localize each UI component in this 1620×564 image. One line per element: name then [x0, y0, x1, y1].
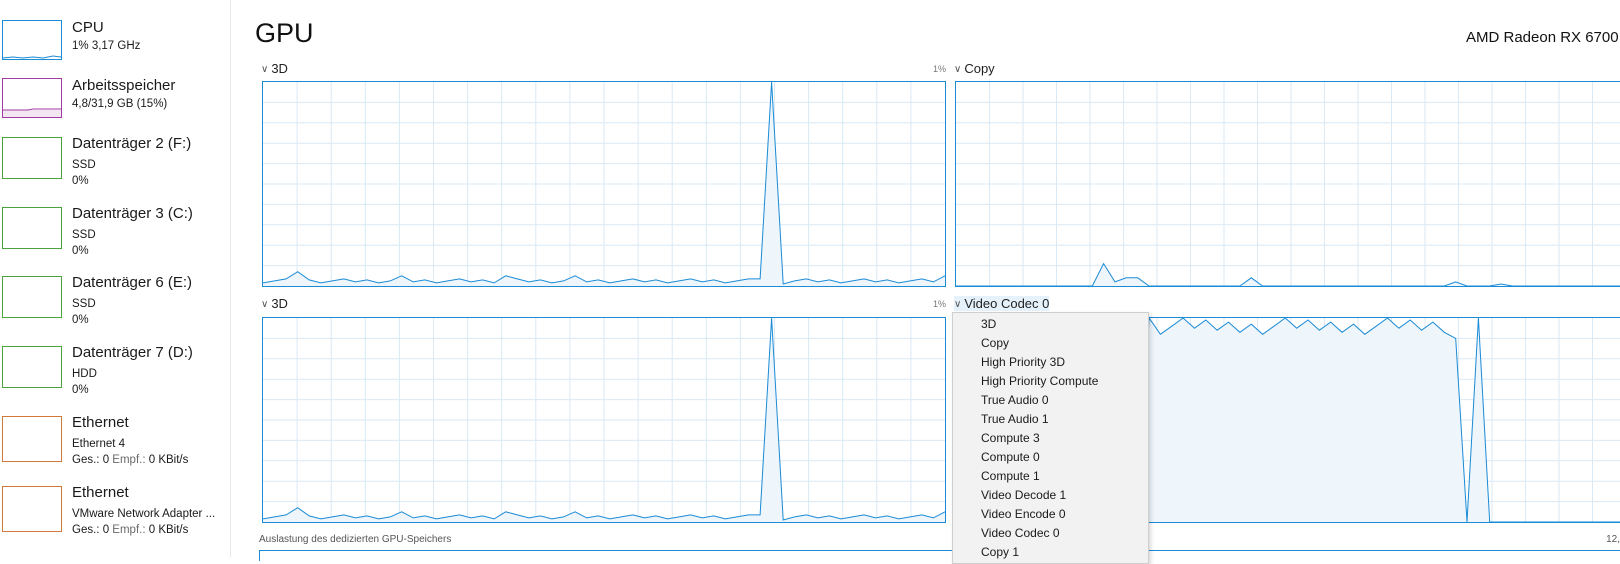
- sidebar-item-title: Datenträger 7 (D:): [72, 344, 193, 361]
- menu-item-true-audio-1[interactable]: True Audio 1: [981, 412, 1049, 426]
- engine-percent: 1%: [933, 299, 947, 309]
- send-value: 0: [102, 454, 110, 466]
- sidebar-item-type: SSD: [72, 298, 96, 310]
- chevron-down-icon: ∨: [261, 299, 269, 310]
- menu-item-high-priority-compute[interactable]: High Priority Compute: [981, 374, 1098, 388]
- menu-item-video-decode-1[interactable]: Video Decode 1: [981, 488, 1066, 502]
- memory-thumbnail-graph: [2, 78, 62, 118]
- sidebar-item-title: Ethernet: [72, 414, 129, 431]
- ethernet-thumbnail-graph: [2, 486, 62, 532]
- engine-label: Video Codec 0: [964, 296, 1050, 311]
- menu-item-video-codec-0[interactable]: Video Codec 0: [981, 526, 1060, 540]
- sidebar-item-title: Datenträger 2 (F:): [72, 135, 192, 152]
- menu-item-compute-3[interactable]: Compute 3: [981, 431, 1040, 445]
- sidebar-item-throughput: Ges.: 0 Empf.: 0 KBit/s: [72, 524, 188, 536]
- sidebar-item-detail: 4,8/31,9 GB (15%): [72, 98, 168, 110]
- send-value: 0: [102, 524, 110, 536]
- sidebar-item-disk-d[interactable]: Datenträger 7 (D:) HDD 0%: [0, 344, 230, 410]
- menu-item-copy[interactable]: Copy: [981, 336, 1009, 350]
- menu-item-high-priority-3d[interactable]: High Priority 3D: [981, 355, 1065, 369]
- dedicated-memory-graph: [259, 550, 1620, 561]
- sidebar-item-usage: 0%: [72, 175, 89, 187]
- engine-graph-1: [262, 81, 946, 287]
- menu-item-true-audio-0[interactable]: True Audio 0: [981, 393, 1049, 407]
- sidebar-item-disk-c[interactable]: Datenträger 3 (C:) SSD 0%: [0, 205, 230, 271]
- sidebar-item-type: HDD: [72, 368, 97, 380]
- menu-item-3d[interactable]: 3D: [981, 317, 996, 331]
- usage-graph-svg: [263, 318, 945, 522]
- sidebar-item-usage: 0%: [72, 384, 89, 396]
- engine-selector-2[interactable]: ∨ Copy: [954, 61, 995, 76]
- sidebar-item-ethernet-4[interactable]: Ethernet Ethernet 4 Ges.: 0 Empf.: 0 KBi…: [0, 414, 230, 480]
- sidebar-item-type: SSD: [72, 229, 96, 241]
- menu-item-compute-0[interactable]: Compute 0: [981, 450, 1040, 464]
- chevron-down-icon: ∨: [954, 299, 962, 310]
- sidebar-item-title: CPU: [72, 19, 104, 36]
- engine-graph-2: [955, 81, 1620, 287]
- disk-thumbnail-graph: [2, 276, 62, 318]
- engine-graph-3: [262, 317, 946, 523]
- send-label: Ges.:: [72, 524, 100, 536]
- engine-selector-4[interactable]: ∨ Video Codec 0: [954, 296, 1050, 311]
- sidebar-item-title: Datenträger 6 (E:): [72, 274, 193, 291]
- engine-label: Copy: [964, 61, 995, 76]
- sidebar-item-detail: 1% 3,17 GHz: [72, 40, 141, 52]
- sidebar-item-disk-f[interactable]: Datenträger 2 (F:) SSD 0%: [0, 135, 230, 201]
- engine-label: 3D: [271, 296, 288, 311]
- usage-area: [956, 263, 1620, 286]
- sidebar-item-title: Arbeitsspeicher: [72, 77, 176, 94]
- disk-thumbnail-graph: [2, 207, 62, 249]
- recv-label: Empf.:: [112, 524, 146, 536]
- recv-value: 0 KBit/s: [148, 524, 189, 536]
- sidebar-item-cpu[interactable]: CPU 1% 3,17 GHz: [0, 18, 230, 84]
- engine-label: 3D: [271, 61, 288, 76]
- usage-line: [956, 262, 1620, 286]
- engine-selector-3[interactable]: ∨ 3D: [261, 296, 288, 311]
- sidebar-item-disk-e[interactable]: Datenträger 6 (E:) SSD 0%: [0, 274, 230, 340]
- disk-thumbnail-graph: [2, 137, 62, 179]
- menu-item-video-encode-0[interactable]: Video Encode 0: [981, 507, 1066, 521]
- page-title: GPU: [255, 18, 314, 48]
- ethernet-thumbnail-graph: [2, 416, 62, 462]
- dedicated-memory-max: 12,: [1606, 534, 1620, 545]
- send-label: Ges.:: [72, 454, 100, 466]
- cpu-thumbnail-graph: [2, 20, 62, 60]
- engine-select-menu: 3D Copy High Priority 3D High Priority C…: [952, 312, 1149, 564]
- sidebar-item-type: SSD: [72, 159, 96, 171]
- disk-thumbnail-graph: [2, 346, 62, 388]
- usage-graph-svg: [263, 82, 945, 286]
- sidebar-item-adapter: VMware Network Adapter ...: [72, 508, 216, 520]
- recv-label: Empf.:: [112, 454, 146, 466]
- chevron-down-icon: ∨: [261, 64, 269, 75]
- dedicated-memory-label: Auslastung des dedizierten GPU-Speichers: [259, 534, 452, 545]
- sidebar-item-title: Datenträger 3 (C:): [72, 205, 193, 222]
- engine-percent: 1%: [933, 64, 947, 74]
- sidebar-item-title: Ethernet: [72, 484, 129, 501]
- sidebar-item-usage: 0%: [72, 314, 89, 326]
- sidebar-item-memory[interactable]: Arbeitsspeicher 4,8/31,9 GB (15%): [0, 76, 230, 142]
- gpu-detail-panel: GPU AMD Radeon RX 6700 ∨ 3D 1% ∨ Copy ∨ 3D …: [231, 0, 1620, 561]
- sidebar-item-adapter: Ethernet 4: [72, 438, 126, 450]
- sidebar-item-throughput: Ges.: 0 Empf.: 0 KBit/s: [72, 454, 188, 466]
- performance-sidebar: CPU 1% 3,17 GHz Arbeitsspeicher 4,8/31,9…: [0, 0, 231, 557]
- usage-graph-svg: [956, 82, 1620, 286]
- menu-item-compute-1[interactable]: Compute 1: [981, 469, 1040, 483]
- sidebar-item-ethernet-vmware[interactable]: Ethernet VMware Network Adapter ... Ges.…: [0, 484, 230, 550]
- recv-value: 0 KBit/s: [148, 454, 189, 466]
- sidebar-item-usage: 0%: [72, 245, 89, 257]
- chevron-down-icon: ∨: [954, 64, 962, 75]
- engine-selector-1[interactable]: ∨ 3D: [261, 61, 288, 76]
- gpu-model-name: AMD Radeon RX 6700: [1466, 29, 1619, 46]
